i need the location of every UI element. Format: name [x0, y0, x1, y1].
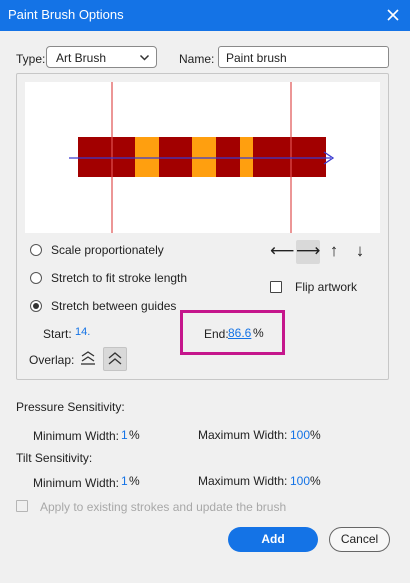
name-field[interactable]: Paint brush — [218, 46, 389, 68]
stroke-segment — [159, 137, 192, 177]
apply-existing-label: Apply to existing strokes and update the… — [40, 500, 287, 514]
brush-preview-canvas — [69, 82, 335, 233]
overlap-avoid-icon — [108, 352, 122, 365]
tilt-sensitivity-title: Tilt Sensitivity: — [16, 451, 93, 465]
scale-proportionately-radio[interactable] — [30, 244, 42, 256]
stroke-segment — [78, 137, 135, 177]
stroke-segment — [216, 137, 240, 177]
stretch-between-guides-label: Stretch between guides — [51, 299, 177, 313]
pressure-max-value[interactable]: 100 — [290, 428, 310, 442]
type-select[interactable]: Art Brush — [46, 46, 157, 68]
arrow-right-button[interactable]: ⟶ — [296, 240, 320, 264]
type-select-value: Art Brush — [56, 51, 107, 65]
flip-artwork-checkbox[interactable] — [270, 281, 282, 293]
title-bar: Paint Brush Options — [0, 0, 410, 31]
overlap-adjust-button[interactable] — [76, 347, 100, 371]
scale-proportionately-label: Scale proportionately — [51, 243, 164, 257]
stroke-segment — [192, 137, 216, 177]
start-label: Start: — [43, 327, 72, 341]
tilt-max-value[interactable]: 100 — [290, 474, 310, 488]
apply-existing-checkbox[interactable] — [16, 500, 28, 512]
tilt-max-unit: % — [310, 474, 321, 488]
overlap-adjust-icon — [81, 351, 95, 365]
type-label: Type: — [16, 52, 46, 66]
stretch-to-fit-label: Stretch to fit stroke length — [51, 271, 188, 285]
close-icon[interactable] — [382, 4, 404, 26]
stroke-segment — [253, 137, 326, 177]
chevron-down-icon — [139, 52, 150, 63]
flip-artwork-label: Flip artwork — [295, 280, 358, 294]
pressure-min-label: Minimum Width: — [33, 429, 120, 443]
pressure-min-value[interactable]: 1 — [121, 428, 128, 442]
arrow-down-button[interactable]: ↓ — [348, 240, 372, 264]
brush-preview[interactable] — [25, 82, 380, 233]
arrow-left-button[interactable]: ⟵ — [270, 240, 294, 264]
cancel-button[interactable]: Cancel — [329, 527, 390, 552]
pressure-max-label: Maximum Width: — [198, 428, 288, 442]
pressure-max-unit: % — [310, 428, 321, 442]
tilt-min-label: Minimum Width: — [33, 476, 120, 490]
start-value[interactable]: 14. — [75, 326, 90, 338]
overlap-label: Overlap: — [29, 353, 75, 367]
tilt-min-unit: % — [129, 474, 140, 488]
name-label: Name: — [179, 52, 215, 66]
tilt-max-label: Maximum Width: — [198, 474, 288, 488]
stroke-segment — [240, 137, 253, 177]
name-field-value: Paint brush — [226, 51, 287, 65]
pressure-min-unit: % — [129, 428, 140, 442]
stretch-between-guides-radio[interactable] — [30, 300, 42, 312]
add-button[interactable]: Add — [228, 527, 318, 552]
window-title: Paint Brush Options — [8, 7, 124, 22]
end-highlight-box — [180, 310, 285, 355]
arrow-up-button[interactable]: ↑ — [322, 240, 346, 264]
tilt-min-value[interactable]: 1 — [121, 474, 128, 488]
pressure-sensitivity-title: Pressure Sensitivity: — [16, 400, 125, 414]
overlap-avoid-button[interactable] — [103, 347, 127, 371]
stroke-segment — [135, 137, 159, 177]
stretch-to-fit-radio[interactable] — [30, 272, 42, 284]
